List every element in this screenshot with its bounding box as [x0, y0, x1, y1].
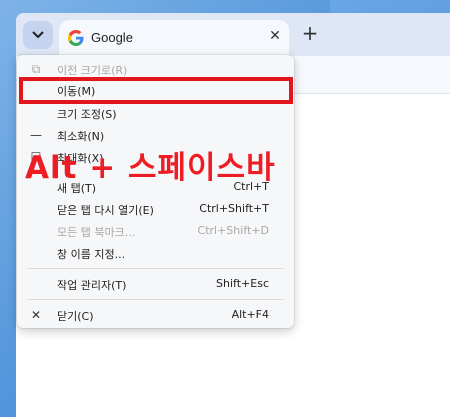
menu-item-shortcut: Alt+F4 [231, 308, 269, 321]
close-icon: ✕ [30, 308, 42, 322]
close-icon[interactable]: ✕ [267, 28, 283, 44]
tab-google[interactable]: Google ✕ [59, 20, 289, 56]
annotation-text: Alt + 스페이스바 [25, 150, 276, 186]
menu-item-label: 창 이름 지정... [57, 248, 126, 261]
menu-item-shortcut: Shift+Esc [216, 277, 269, 290]
menu-item-shortcut: Ctrl+Shift+T [199, 202, 269, 215]
menu-item-bookmark-all-tabs[interactable]: 모든 탭 북마크... Ctrl+Shift+D [17, 220, 294, 242]
menu-item-label: 크기 조정(S) [57, 108, 117, 121]
tab-strip: Google ✕ + [16, 13, 450, 56]
chevron-down-icon [32, 31, 44, 39]
menu-item-name-window[interactable]: 창 이름 지정... [17, 242, 294, 264]
menu-item-close[interactable]: ✕ 닫기(C) Alt+F4 [17, 304, 294, 326]
menu-item-reopen-closed-tab[interactable]: 닫은 탭 다시 열기(E) Ctrl+Shift+T [17, 198, 294, 220]
menu-separator [27, 299, 284, 300]
menu-item-resize[interactable]: 크기 조정(S) [17, 102, 294, 124]
menu-item-label: 작업 관리자(T) [57, 279, 127, 292]
google-logo-icon [68, 30, 84, 46]
menu-separator [27, 268, 284, 269]
menu-item-label: 닫은 탭 다시 열기(E) [57, 204, 154, 217]
minimize-icon: — [30, 128, 42, 142]
tab-search-button[interactable] [23, 21, 53, 49]
menu-item-label: 이전 크기로(R) [57, 64, 128, 77]
menu-item-label: 닫기(C) [57, 310, 94, 323]
annotation-highlight-box [19, 77, 293, 104]
new-tab-button[interactable]: + [300, 23, 320, 44]
tab-title: Google [91, 30, 133, 45]
menu-item-label: 모든 탭 북마크... [57, 226, 136, 239]
menu-item-shortcut: Ctrl+Shift+D [197, 224, 269, 237]
restore-icon: ⧉ [31, 62, 41, 76]
menu-item-task-manager[interactable]: 작업 관리자(T) Shift+Esc [17, 273, 294, 295]
